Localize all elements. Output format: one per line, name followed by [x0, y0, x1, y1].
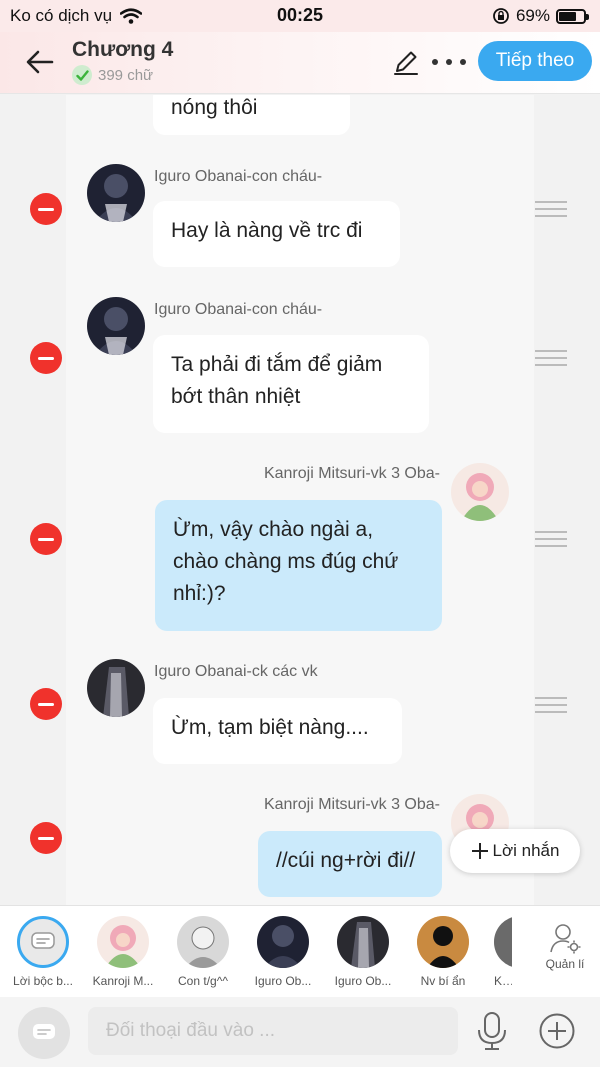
dot-icon [446, 59, 452, 65]
speaker-name: Iguro Obanai-ck các vk [154, 663, 318, 680]
speaker-name: Iguro Obanai-con cháu- [154, 168, 323, 185]
drag-handle[interactable] [535, 350, 567, 368]
character-item[interactable]: Kanroji M... [84, 916, 162, 988]
character-item[interactable]: Iguro Ob... [244, 916, 322, 988]
delete-message-button[interactable] [30, 822, 62, 854]
more-options-button[interactable] [432, 48, 466, 76]
edit-button[interactable] [392, 48, 420, 76]
avatar-dark [257, 916, 309, 968]
delete-message-button[interactable] [30, 523, 62, 555]
word-count: 399 chữ [72, 65, 153, 85]
message-bubble[interactable]: Ừm, vậy chào ngài a, chào chàng ms đúg c… [155, 500, 442, 631]
drag-handle[interactable] [535, 697, 567, 715]
delete-message-button[interactable] [30, 193, 62, 225]
dot-icon [460, 59, 466, 65]
dot-icon [432, 59, 438, 65]
status-bar: Ko có dịch vụ 00:25 69% [0, 0, 600, 32]
character-label: Kar [494, 974, 512, 988]
back-button[interactable] [22, 44, 58, 80]
avatar-dark [337, 916, 389, 968]
message-bubble[interactable]: Ta phải đi tắm để giảm bớt thân nhiệt [153, 335, 429, 433]
avatar-silhouette [417, 916, 469, 968]
character-bar: Lời bộc b... Kanroji M... Con t/g^^ Igur… [0, 905, 600, 997]
manage-characters-button[interactable]: Quản lí [538, 922, 592, 971]
character-item-narration[interactable]: Lời bộc b... [4, 916, 82, 988]
speaker-name: Kanroji Mitsuri-vk 3 Oba- [263, 465, 440, 482]
avatar-sketch [177, 916, 229, 968]
drag-handle[interactable] [535, 201, 567, 219]
delete-message-button[interactable] [30, 342, 62, 374]
add-note-button[interactable]: Lời nhắn [450, 829, 580, 873]
pencil-icon [394, 51, 418, 75]
character-item[interactable]: Iguro Ob... [324, 916, 402, 988]
delete-message-button[interactable] [30, 688, 62, 720]
avatar-iguro[interactable] [87, 297, 145, 355]
avatar-partial [494, 916, 512, 968]
avatar-iguro[interactable] [87, 164, 145, 222]
avatar-iguro[interactable] [87, 659, 145, 717]
drag-handle[interactable] [535, 531, 567, 549]
character-label: Iguro Ob... [254, 974, 312, 988]
plus-icon [471, 843, 488, 859]
chapter-header: Chương 4 399 chữ Tiếp theo [0, 32, 600, 94]
battery-percent: 69% [515, 6, 550, 25]
dialogue-input[interactable] [88, 1007, 458, 1055]
microphone-icon [478, 1012, 506, 1050]
chat-bubble-icon [33, 1024, 55, 1039]
add-content-button[interactable] [538, 1012, 576, 1050]
character-item[interactable]: Kar [484, 916, 512, 988]
character-label: Nv bí ẩn [420, 974, 466, 988]
character-item[interactable]: Con t/g^^ [164, 916, 242, 988]
battery-icon [556, 8, 589, 24]
character-label: Kanroji M... [92, 974, 154, 988]
chat-area[interactable]: nóng thôi Iguro Obanai-con cháu- Hay là … [0, 95, 600, 905]
narration-icon [17, 916, 69, 968]
character-item[interactable]: Nv bí ẩn [404, 916, 482, 988]
plus-circle-icon [539, 1013, 575, 1049]
microphone-button[interactable] [474, 1011, 510, 1051]
arrow-left-icon [26, 50, 54, 74]
speaker-name: Kanroji Mitsuri-vk 3 Oba- [263, 796, 440, 813]
message-bubble[interactable]: Hay là nàng về trc đi [153, 201, 400, 267]
rotation-lock-icon [493, 8, 509, 24]
avatar-kanroji[interactable] [451, 463, 509, 521]
avatar-pink [97, 916, 149, 968]
message-bubble[interactable]: nóng thôi [153, 95, 350, 135]
add-note-label: Lời nhắn [492, 841, 560, 860]
narration-toggle-button[interactable] [18, 1007, 70, 1059]
input-bar [0, 997, 600, 1067]
speaker-name: Iguro Obanai-con cháu- [154, 301, 323, 318]
character-label: Lời bộc b... [13, 974, 73, 988]
message-bubble[interactable]: //cúi ng+rời đi// [258, 831, 442, 897]
character-label: Iguro Ob... [334, 974, 392, 988]
battery-group: 69% [492, 6, 589, 26]
character-label: Con t/g^^ [178, 974, 228, 988]
message-bubble[interactable]: Ừm, tạm biệt nàng.... [153, 698, 402, 764]
next-button[interactable]: Tiếp theo [478, 41, 592, 81]
word-count-text: 399 chữ [98, 66, 154, 84]
check-icon [72, 65, 92, 85]
user-gear-icon [550, 924, 581, 954]
chapter-title: Chương 4 [72, 38, 174, 61]
manage-label: Quản lí [545, 957, 585, 971]
